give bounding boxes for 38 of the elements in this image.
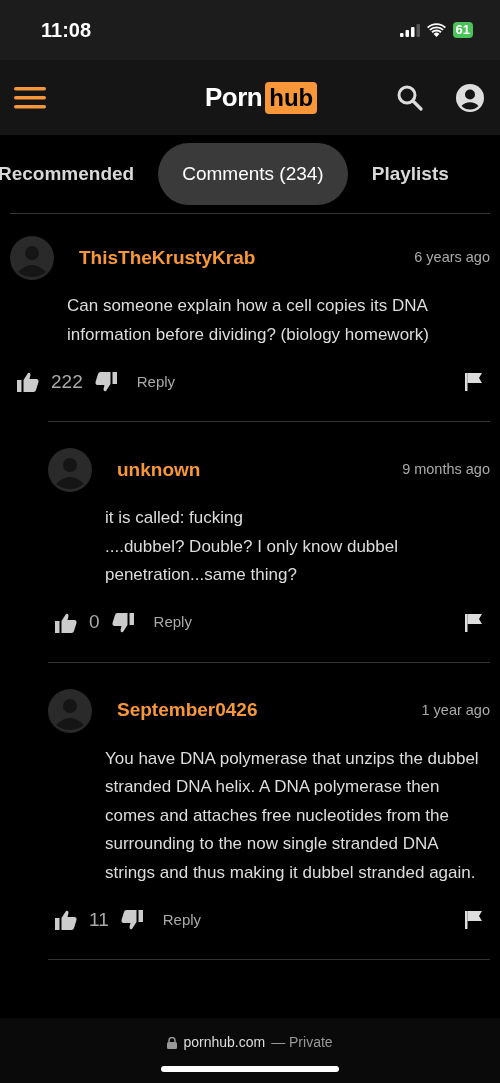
reply-link[interactable]: Reply bbox=[162, 908, 202, 932]
comment-time: 1 year ago bbox=[421, 700, 490, 720]
thumbs-down-icon[interactable] bbox=[111, 612, 134, 633]
comment-time: 6 years ago bbox=[414, 248, 490, 268]
like-count: 222 bbox=[51, 369, 83, 394]
flag-icon[interactable] bbox=[465, 373, 483, 391]
url-domain[interactable]: pornhub.com bbox=[183, 1032, 266, 1053]
tab[interactable]: Playlists bbox=[347, 159, 473, 189]
like-count: 11 bbox=[89, 907, 109, 932]
thumbs-down-icon[interactable] bbox=[120, 910, 143, 930]
thumbs-up-icon[interactable] bbox=[17, 372, 39, 392]
flag-icon[interactable] bbox=[465, 911, 483, 929]
thumbs-up-icon[interactable] bbox=[55, 910, 77, 930]
site-logo[interactable]: Porn hub bbox=[205, 78, 318, 117]
comment-text: You have DNA polymerase that unzips the dubbel stranded DNA helix. A DNA polymerase then comes and attaches free nucleotides from the surrounding to the now single stranded DNA strings and thus making it dubbel stranded again. bbox=[105, 747, 480, 884]
thumbs-up-icon[interactable] bbox=[55, 612, 77, 633]
reply-link[interactable]: Reply bbox=[136, 370, 176, 394]
comment-time: 9 months ago bbox=[402, 460, 490, 480]
flag-icon[interactable] bbox=[465, 613, 483, 632]
tab[interactable]: Recommended bbox=[0, 159, 159, 189]
status-time: 11:08 bbox=[41, 18, 92, 43]
tab[interactable]: Comments (234) bbox=[158, 143, 348, 205]
username[interactable]: September0426 bbox=[117, 696, 258, 725]
battery-indicator: 61 bbox=[452, 22, 473, 38]
username[interactable]: ThisTheKrustyKrab bbox=[79, 243, 256, 273]
menu-icon[interactable] bbox=[14, 86, 46, 109]
search-icon[interactable] bbox=[396, 83, 424, 112]
thumbs-down-icon[interactable] bbox=[94, 372, 117, 392]
account-icon[interactable] bbox=[456, 83, 484, 112]
comment-text: Can someone explain how a cell copies its DNA information before dividing? (biology homework) bbox=[67, 295, 430, 346]
username[interactable]: unknown bbox=[117, 455, 201, 485]
signal-icon bbox=[399, 23, 420, 37]
private-label: — Private bbox=[271, 1033, 333, 1052]
reply-link[interactable]: Reply bbox=[153, 611, 192, 634]
like-count: 0 bbox=[89, 610, 100, 635]
lock-icon bbox=[167, 1036, 178, 1049]
comment-text: it is called: fucking ....dubbel? Double? I only know dubbel penetration...same thing? bbox=[105, 507, 399, 586]
wifi-icon bbox=[426, 23, 446, 37]
